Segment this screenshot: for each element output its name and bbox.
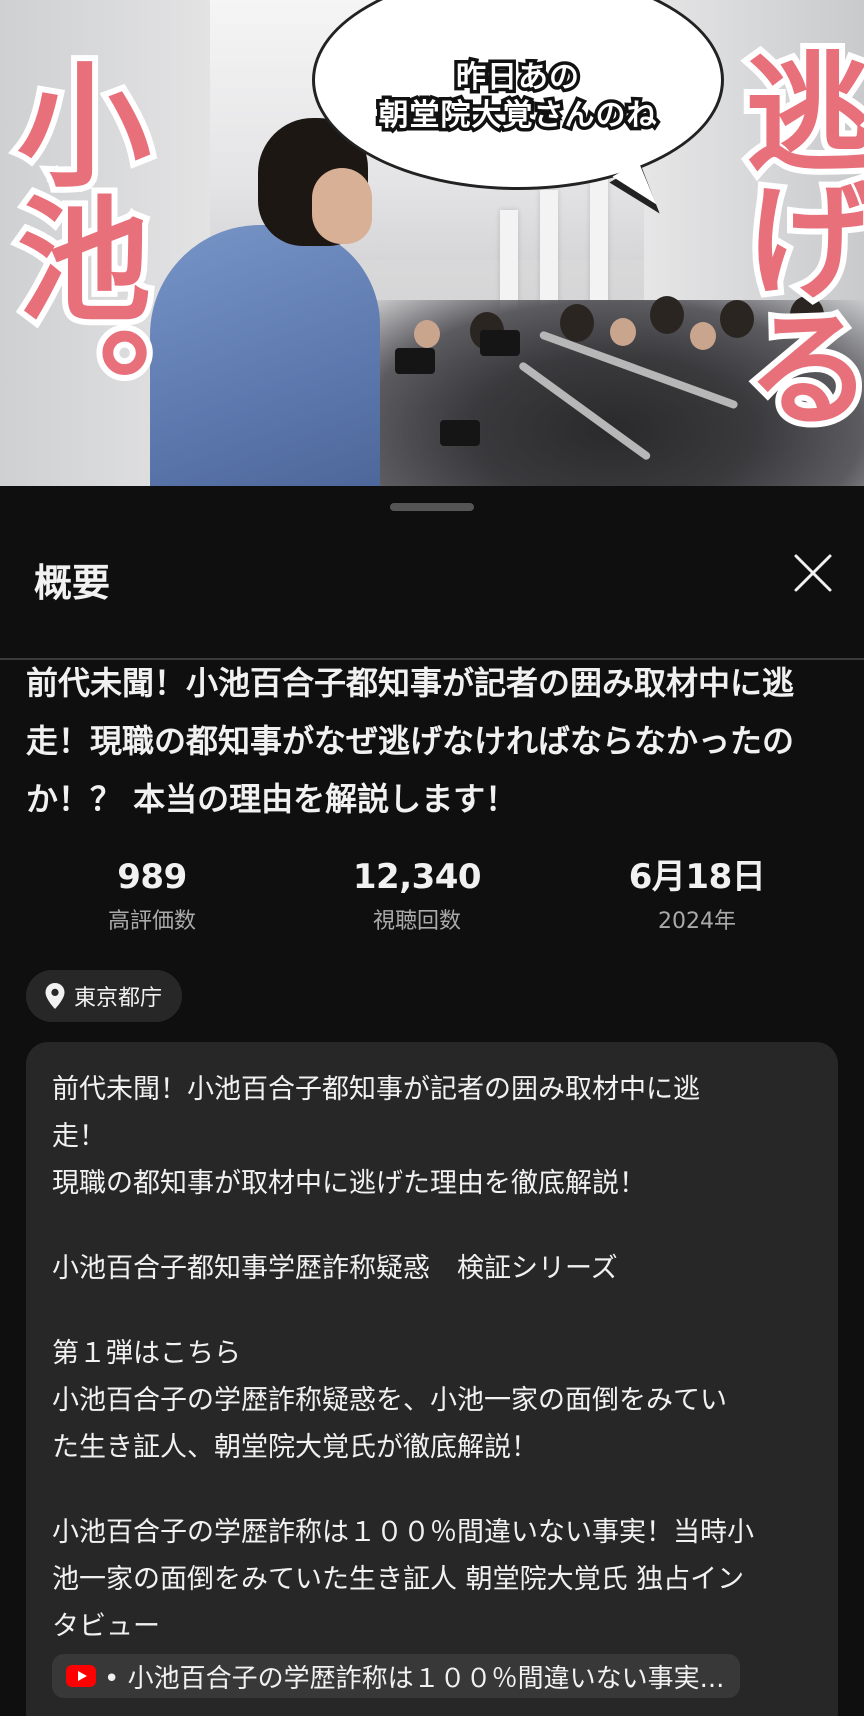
description-line: 前代未聞！小池百合子都知事が記者の囲み取材中に逃 (52, 1074, 700, 1105)
speech-line: 昨日あの (453, 57, 583, 99)
location-label: 東京都庁 (74, 986, 163, 1011)
stat-views: 12,340 視聴回数 (277, 856, 557, 936)
location-chip[interactable]: 東京都庁 (26, 970, 183, 1022)
camera (440, 420, 480, 446)
press-member (560, 304, 594, 342)
stat-likes: 989 高評価数 (12, 856, 292, 936)
description-line: 現職の都知事が取材中に逃げた理由を徹底解説！ (52, 1168, 646, 1199)
overlay-caption-right: 逃げる (717, 40, 864, 436)
video-stats: 989 高評価数 12,340 視聴回数 6月18日 2024年 (0, 856, 864, 946)
overlay-caption-left: 小池。 (0, 50, 158, 464)
publish-year: 2024年 (658, 909, 736, 934)
description-line: タビュー (52, 1611, 160, 1642)
stat-date: 6月18日 2024年 (557, 856, 837, 936)
press-member-face (690, 322, 716, 350)
speaker-body (150, 225, 380, 486)
close-icon (794, 554, 832, 592)
press-member-face (414, 320, 440, 348)
likes-count: 989 (117, 857, 187, 897)
description-box[interactable]: 前代未聞！小池百合子都知事が記者の囲み取材中に逃 走！ 現職の都知事が取材中に逃… (26, 1042, 838, 1716)
description-sheet: 概要 前代未聞！小池百合子都知事が記者の囲み取材中に逃走！現職の都知事がなぜ逃げ… (0, 486, 864, 1716)
views-count: 12,340 (352, 857, 482, 897)
speech-line: 朝堂院大覚さんのね (375, 95, 660, 137)
description-line: 第１弾はこちら (52, 1338, 241, 1369)
description-line: 小池百合子の学歴詐称は１００％間違いない事実！当時小 (52, 1517, 754, 1548)
linked-video-chip[interactable]: • 小池百合子の学歴詐称は１００％間違いない事実... (52, 1654, 741, 1698)
linked-video-title: • 小池百合子の学歴詐称は１００％間違いない事実... (104, 1663, 725, 1694)
press-member (650, 296, 684, 334)
likes-label: 高評価数 (107, 909, 196, 934)
location-pin-icon (45, 983, 65, 1009)
camera (480, 330, 520, 356)
close-button[interactable] (788, 548, 838, 598)
description-line: 池一家の面倒をみていた生き証人 朝堂院大覚氏 独占イン (52, 1564, 745, 1595)
drag-handle[interactable] (390, 503, 474, 511)
youtube-icon (66, 1665, 96, 1687)
sheet-title: 概要 (34, 561, 111, 605)
camera (395, 348, 435, 374)
sheet-header: 概要 (0, 530, 864, 660)
publish-date: 6月18日 (628, 857, 766, 897)
description-line: 小池百合子都知事学歴詐称疑惑 検証シリーズ (52, 1253, 618, 1284)
views-label: 視聴回数 (372, 909, 461, 934)
description-line: 走！ (52, 1121, 106, 1152)
description-line: 小池百合子の学歴詐称疑惑を、小池一家の面倒をみてい (52, 1385, 727, 1416)
video-title: 前代未聞！小池百合子都知事が記者の囲み取材中に逃走！現職の都知事がなぜ逃げなけれ… (26, 664, 795, 818)
speaker-face (312, 168, 372, 244)
press-member-face (610, 318, 636, 346)
video-player[interactable]: 昨日あの 朝堂院大覚さんのね 小池。 逃げる (0, 0, 864, 486)
description-line: た生き証人、朝堂院大覚氏が徹底解説！ (52, 1432, 538, 1463)
